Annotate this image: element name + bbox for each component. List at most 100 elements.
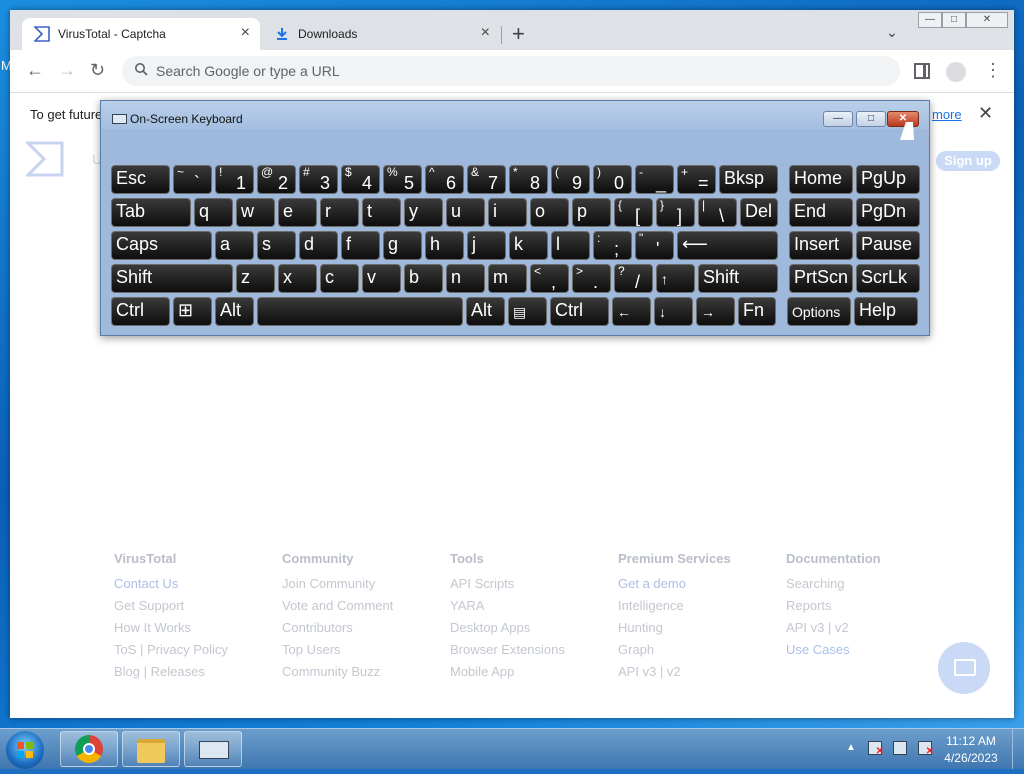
key-rbracket[interactable]: }] — [656, 198, 695, 227]
footer-link[interactable]: Use Cases — [786, 642, 946, 664]
key-y[interactable]: y — [404, 198, 443, 227]
key-w[interactable]: w — [236, 198, 275, 227]
footer-link[interactable]: Desktop Apps — [450, 620, 610, 642]
key-help[interactable]: Help — [854, 297, 918, 326]
key-semicolon[interactable]: :; — [593, 231, 632, 260]
reload-button[interactable]: ↻ — [90, 60, 105, 81]
key-pgdn[interactable]: PgDn — [856, 198, 920, 227]
key-tab[interactable]: Tab — [111, 198, 191, 227]
side-panel-icon[interactable] — [914, 63, 930, 79]
key-lalt[interactable]: Alt — [215, 297, 254, 326]
key-tilde[interactable]: ~ ` — [173, 165, 212, 194]
key-0[interactable]: ) 0 — [593, 165, 632, 194]
network-icon[interactable] — [893, 741, 907, 755]
taskbar-on-screen-keyboard[interactable] — [184, 731, 242, 767]
key-j[interactable]: j — [467, 231, 506, 260]
show-desktop-button[interactable] — [1012, 729, 1024, 769]
key-s[interactable]: s — [257, 231, 296, 260]
key-prtscn[interactable]: PrtScn — [789, 264, 853, 293]
profile-avatar-icon[interactable] — [946, 62, 966, 82]
window-minimize-button[interactable]: — — [918, 12, 942, 28]
key-u[interactable]: u — [446, 198, 485, 227]
footer-link[interactable]: ToS | Privacy Policy — [114, 642, 274, 664]
footer-link[interactable]: Mobile App — [450, 664, 610, 686]
key-c[interactable]: c — [320, 264, 359, 293]
footer-link[interactable]: Searching — [786, 576, 946, 598]
key-bksp[interactable]: Bksp — [719, 165, 778, 194]
key-right[interactable]: → — [696, 297, 735, 326]
key-win[interactable]: ⊞ — [173, 297, 212, 326]
footer-link[interactable]: Contributors — [282, 620, 442, 642]
key-q[interactable]: q — [194, 198, 233, 227]
key-m[interactable]: m — [488, 264, 527, 293]
footer-link[interactable]: How It Works — [114, 620, 274, 642]
key-slash[interactable]: ? / — [614, 264, 653, 293]
key-pause[interactable]: Pause — [856, 231, 920, 260]
key-f[interactable]: f — [341, 231, 380, 260]
footer-link[interactable]: Join Community — [282, 576, 442, 598]
new-tab-button[interactable]: + — [512, 22, 525, 46]
key-lctrl[interactable]: Ctrl — [111, 297, 170, 326]
key-t[interactable]: t — [362, 198, 401, 227]
footer-link[interactable]: Intelligence — [618, 598, 778, 620]
tab-downloads[interactable]: Downloads × — [262, 18, 500, 50]
key-d[interactable]: d — [299, 231, 338, 260]
window-maximize-button[interactable]: □ — [942, 12, 966, 28]
footer-link[interactable]: API v3 | v2 — [618, 664, 778, 686]
key-insert[interactable]: Insert — [789, 231, 853, 260]
tab-virustotal-captcha[interactable]: VirusTotal - Captcha × — [22, 18, 260, 50]
footer-link[interactable]: Hunting — [618, 620, 778, 642]
osk-minimize-button[interactable]: — — [823, 111, 853, 127]
footer-link[interactable]: API Scripts — [450, 576, 610, 598]
osk-title-bar[interactable]: On-Screen Keyboard — □ ✕ — [101, 101, 929, 129]
footer-link[interactable]: Graph — [618, 642, 778, 664]
footer-link[interactable]: Blog | Releases — [114, 664, 274, 686]
key-k[interactable]: k — [509, 231, 548, 260]
key-ralt[interactable]: Alt — [466, 297, 505, 326]
key-2[interactable]: @2 — [257, 165, 296, 194]
key-home[interactable]: Home — [789, 165, 853, 194]
key-scrlk[interactable]: ScrLk — [856, 264, 920, 293]
key-h[interactable]: h — [425, 231, 464, 260]
clock-date[interactable]: 4/26/2023 — [940, 751, 1002, 765]
footer-link[interactable]: Reports — [786, 598, 946, 620]
key-backslash[interactable]: | \ — [698, 198, 737, 227]
key-up[interactable]: ↑ — [656, 264, 695, 293]
action-center-icon[interactable]: ✕ — [868, 741, 884, 757]
chat-icon[interactable] — [938, 642, 990, 694]
key-del[interactable]: Del — [740, 198, 778, 227]
key-lbracket[interactable]: {[ — [614, 198, 653, 227]
footer-link[interactable]: Vote and Comment — [282, 598, 442, 620]
footer-link[interactable]: YARA — [450, 598, 610, 620]
key-options[interactable]: Options — [787, 297, 851, 326]
key-l[interactable]: l — [551, 231, 590, 260]
key-rctrl[interactable]: Ctrl — [550, 297, 609, 326]
tab-close-icon[interactable]: × — [481, 24, 490, 42]
key-z[interactable]: z — [236, 264, 275, 293]
window-close-button[interactable]: ✕ — [966, 12, 1008, 28]
volume-icon[interactable]: ✕ — [918, 741, 934, 757]
key-4[interactable]: $4 — [341, 165, 380, 194]
footer-link[interactable]: Get a demo — [618, 576, 778, 598]
key-end[interactable]: End — [789, 198, 853, 227]
key-rshift[interactable]: Shift — [698, 264, 778, 293]
key-g[interactable]: g — [383, 231, 422, 260]
key-menu[interactable]: ▤ — [508, 297, 547, 326]
key-equals[interactable]: + = — [677, 165, 716, 194]
key-a[interactable]: a — [215, 231, 254, 260]
show-hidden-icons-button[interactable]: ▲ — [846, 742, 856, 753]
key-left[interactable]: ← — [612, 297, 651, 326]
footer-link[interactable]: Top Users — [282, 642, 442, 664]
start-button[interactable] — [6, 731, 44, 769]
key-r[interactable]: r — [320, 198, 359, 227]
footer-link[interactable]: Get Support — [114, 598, 274, 620]
key-9[interactable]: (9 — [551, 165, 590, 194]
virustotal-logo-icon[interactable] — [26, 141, 64, 177]
key-space[interactable] — [257, 297, 463, 326]
sign-up-button[interactable]: Sign up — [936, 151, 1000, 171]
key-3[interactable]: #3 — [299, 165, 338, 194]
key-lshift[interactable]: Shift — [111, 264, 233, 293]
osk-restore-button[interactable]: □ — [856, 111, 886, 127]
key-pgup[interactable]: PgUp — [856, 165, 920, 194]
key-n[interactable]: n — [446, 264, 485, 293]
